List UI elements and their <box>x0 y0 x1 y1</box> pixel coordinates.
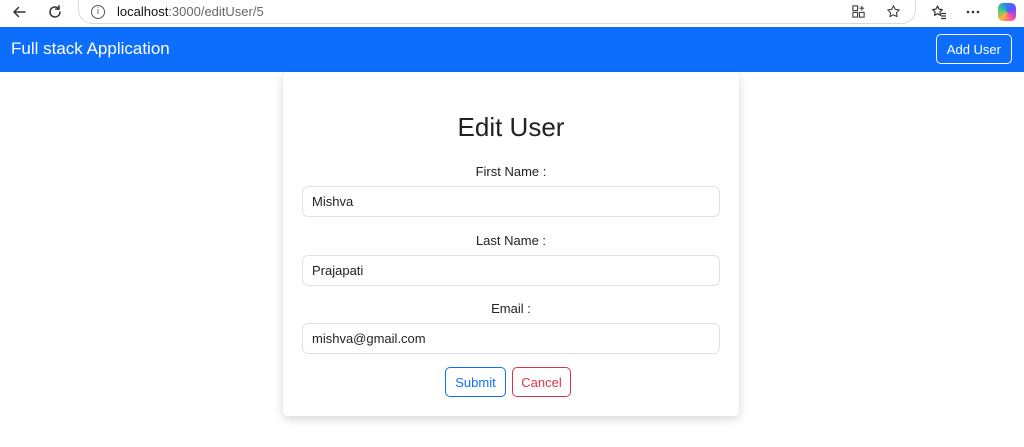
favorites-icon[interactable] <box>922 0 956 24</box>
app-navbar: Full stack Application Add User <box>0 27 1024 72</box>
more-icon[interactable] <box>956 0 990 24</box>
favorite-star-icon[interactable] <box>886 4 901 24</box>
reload-icon[interactable] <box>42 0 68 24</box>
page-title: Edit User <box>457 112 565 142</box>
extensions-icon[interactable] <box>851 4 866 24</box>
edit-user-card: Edit User First Name : Last Name : Email… <box>283 72 739 416</box>
add-user-button[interactable]: Add User <box>935 34 1012 64</box>
first-name-label: First Name : <box>475 164 547 179</box>
copilot-icon[interactable] <box>990 0 1024 24</box>
last-name-input[interactable] <box>302 255 720 286</box>
address-bar[interactable]: i localhost:3000/editUser/5 <box>78 0 916 24</box>
url-path: :3000/editUser/5 <box>168 4 264 19</box>
cancel-button[interactable]: Cancel <box>512 367 571 397</box>
email-input[interactable] <box>302 323 720 354</box>
browser-toolbar: i localhost:3000/editUser/5 <box>0 0 1024 26</box>
navbar-brand[interactable]: Full stack Application <box>11 39 170 59</box>
url-host: localhost <box>117 4 169 19</box>
email-label: Email : <box>491 301 531 316</box>
last-name-label: Last Name : <box>475 233 547 248</box>
first-name-input[interactable] <box>302 186 720 217</box>
submit-button[interactable]: Submit <box>445 367 506 397</box>
back-arrow-icon[interactable] <box>6 0 32 24</box>
info-icon[interactable]: i <box>91 4 105 19</box>
